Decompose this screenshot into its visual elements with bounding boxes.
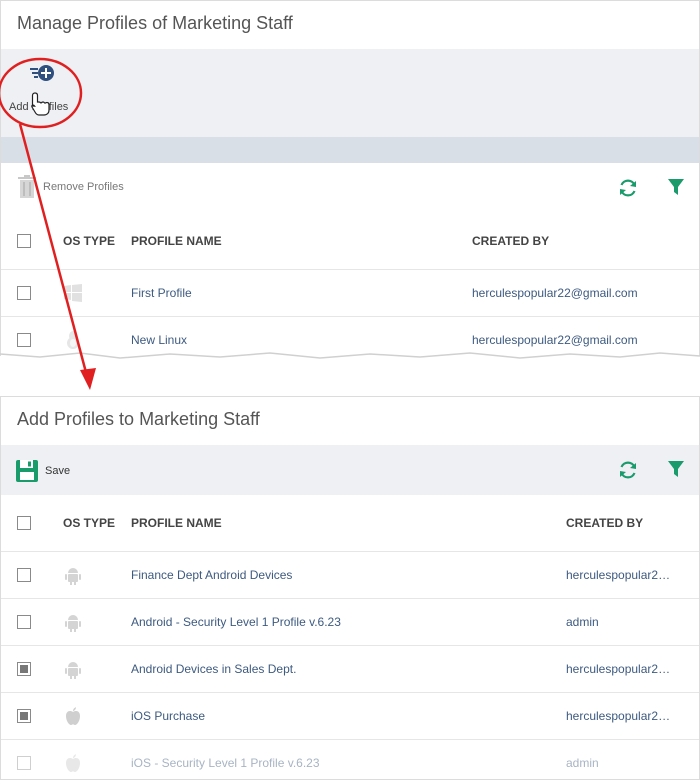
column-header-created-by[interactable]: CREATED BY [566, 495, 699, 551]
created-by-cell: herculespopular2… [566, 691, 699, 739]
profile-name-link[interactable]: Android Devices in Sales Dept. [131, 662, 296, 676]
created-by-cell: herculespopular2… [566, 644, 699, 692]
table-row: iOS Purchase herculespopular2… [1, 691, 699, 739]
row-checkbox[interactable] [17, 614, 31, 629]
android-icon [65, 614, 81, 632]
column-header-created-by[interactable]: CREATED BY [472, 213, 699, 269]
table-row: New Linux herculespopular22@gmail.com [1, 315, 699, 356]
add-profiles-button[interactable]: Add Profiles [9, 61, 79, 121]
profile-name-link[interactable]: Finance Dept Android Devices [131, 568, 292, 582]
remove-profiles-button[interactable]: Remove Profiles [17, 175, 124, 199]
row-checkbox[interactable] [17, 708, 31, 723]
column-header-os-type[interactable]: OS TYPE [49, 495, 131, 551]
row-checkbox[interactable] [17, 332, 31, 347]
column-header-profile-name[interactable]: PROFILE NAME [131, 495, 566, 551]
manage-panel-title: Manage Profiles of Marketing Staff [17, 13, 293, 33]
column-header-profile-name[interactable]: PROFILE NAME [131, 213, 472, 269]
row-checkbox[interactable] [17, 661, 31, 676]
row-checkbox[interactable] [17, 755, 31, 770]
created-by-cell: admin [566, 597, 699, 645]
remove-profiles-label: Remove Profiles [43, 181, 124, 193]
save-label: Save [45, 465, 71, 477]
add-toolbar: Save [1, 445, 699, 495]
created-by-cell: admin [566, 738, 699, 779]
apple-icon [66, 753, 80, 772]
add-profile-icon [30, 65, 54, 81]
filter-icon[interactable] [666, 177, 686, 197]
manage-profiles-table: OS TYPE PROFILE NAME CREATED BY First Pr… [1, 213, 699, 356]
table-row: First Profile herculespopular22@gmail.co… [1, 268, 699, 316]
profile-name-link[interactable]: Android - Security Level 1 Profile v.6.2… [131, 615, 341, 629]
android-icon [65, 661, 81, 679]
select-all-checkbox[interactable] [17, 233, 31, 248]
refresh-icon[interactable] [617, 177, 639, 199]
add-profiles-label: Add Profiles [9, 101, 69, 113]
linux-icon [67, 330, 79, 349]
table-header-row: OS TYPE PROFILE NAME CREATED BY [1, 495, 699, 551]
table-row: Android Devices in Sales Dept. herculesp… [1, 644, 699, 692]
created-by-cell: herculespopular22@gmail.com [472, 315, 699, 356]
torn-edge [0, 352, 700, 359]
annotation-arrowhead [80, 368, 96, 390]
table-row: Android - Security Level 1 Profile v.6.2… [1, 597, 699, 645]
created-by-cell: herculespopular22@gmail.com [472, 268, 699, 316]
profile-name-link[interactable]: First Profile [131, 286, 192, 300]
table-header-row: OS TYPE PROFILE NAME CREATED BY [1, 213, 699, 269]
column-header-os-type[interactable]: OS TYPE [49, 213, 131, 269]
add-profiles-table: OS TYPE PROFILE NAME CREATED BY Finance … [1, 495, 699, 779]
windows-icon [64, 283, 82, 302]
profile-name-link[interactable]: iOS - Security Level 1 Profile v.6.23 [131, 756, 320, 770]
add-panel-title: Add Profiles to Marketing Staff [17, 409, 260, 429]
apple-icon [66, 706, 80, 725]
profile-name-link[interactable]: New Linux [131, 333, 187, 347]
add-profiles-panel: Add Profiles to Marketing Staff Save OS [0, 396, 700, 780]
table-row: Finance Dept Android Devices herculespop… [1, 550, 699, 598]
manage-profiles-panel: Manage Profiles of Marketing Staff Add P… [0, 0, 700, 356]
refresh-icon[interactable] [617, 459, 639, 481]
android-icon [65, 567, 81, 585]
section-separator [1, 137, 699, 163]
created-by-cell: herculespopular2… [566, 550, 699, 598]
select-all-checkbox[interactable] [17, 515, 31, 530]
save-icon [16, 460, 38, 482]
profile-name-link[interactable]: iOS Purchase [131, 709, 205, 723]
trash-icon [18, 175, 36, 198]
manage-toolbar: Remove Profiles [1, 163, 699, 213]
manage-action-band: Add Profiles [1, 49, 699, 137]
row-checkbox[interactable] [17, 567, 31, 582]
save-button[interactable]: Save [15, 459, 70, 483]
row-checkbox[interactable] [17, 285, 31, 300]
table-row: iOS - Security Level 1 Profile v.6.23 ad… [1, 738, 699, 779]
filter-icon[interactable] [666, 459, 686, 479]
